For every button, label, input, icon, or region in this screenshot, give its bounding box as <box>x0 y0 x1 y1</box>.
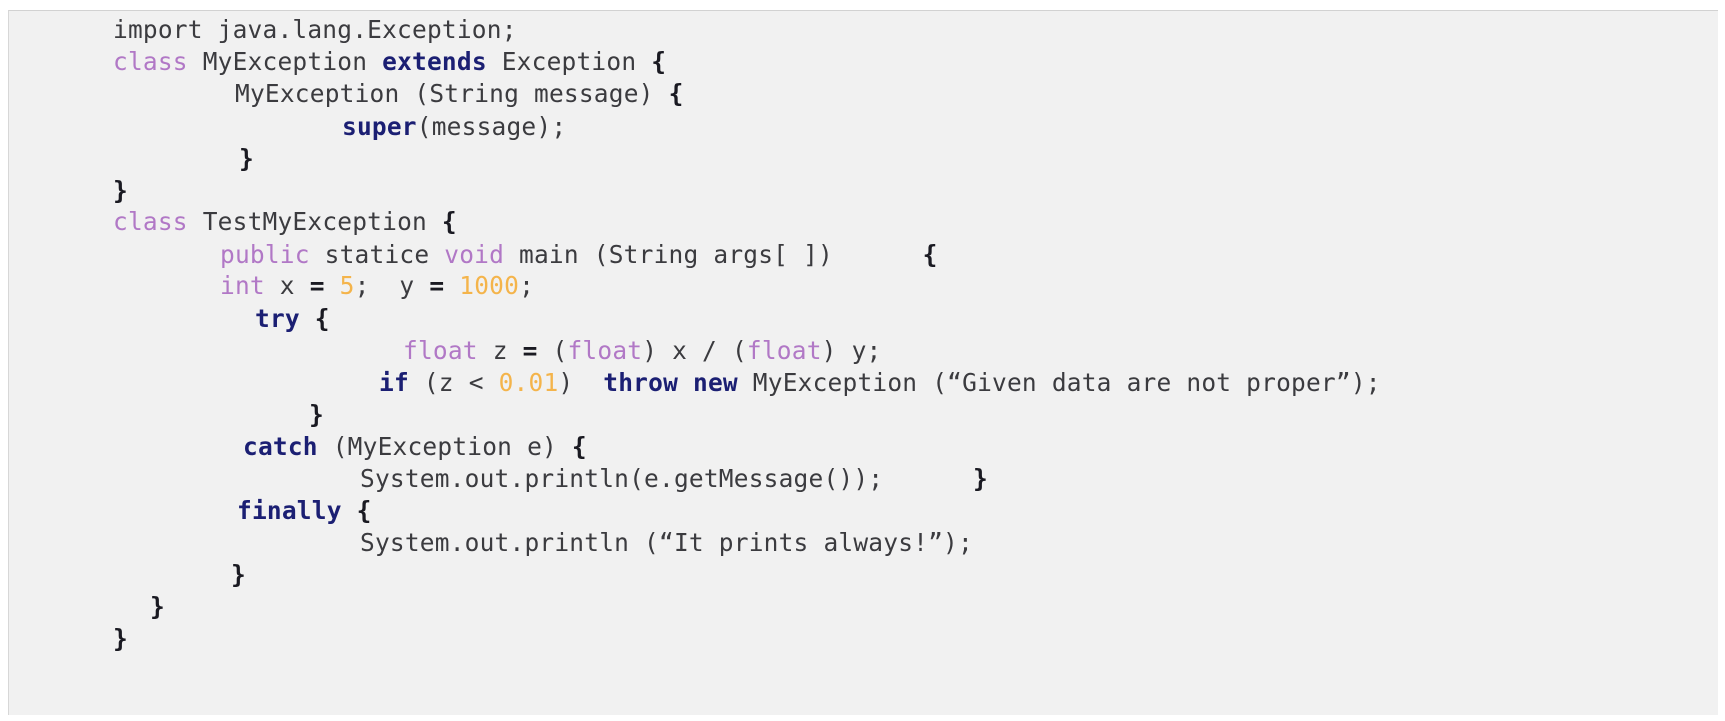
code-line: MyException (String message) { <box>235 79 684 109</box>
code-line: public statice void main (String args[ ]… <box>220 240 938 270</box>
code-line: if (z < 0.01) throw new MyException (“Gi… <box>379 368 1381 398</box>
slide: import java.lang.Exception; class MyExce… <box>0 0 1725 721</box>
code-token: ( <box>537 336 568 365</box>
code-token: statice <box>309 240 445 269</box>
code-line: try { <box>255 304 330 334</box>
code-line: } <box>150 592 165 622</box>
code-token: { <box>341 496 372 525</box>
code-line: } <box>239 144 254 174</box>
code-line: } <box>309 400 324 430</box>
code-token: MyException (String message) <box>235 79 669 108</box>
code-token: ) <box>558 368 604 397</box>
code-token: throw <box>603 368 679 397</box>
code-panel: import java.lang.Exception; class MyExce… <box>8 10 1718 715</box>
code-token: = <box>309 271 325 300</box>
code-token: (message); <box>416 112 567 141</box>
code-token: } <box>113 624 128 653</box>
code-token: TestMyException <box>187 207 442 236</box>
code-token: 1000 <box>459 271 520 300</box>
code-line: } <box>113 176 128 206</box>
code-token: { <box>571 432 587 461</box>
code-token: { <box>832 240 938 269</box>
code-token: { <box>299 304 330 333</box>
code-line: finally { <box>237 496 372 526</box>
code-token: 0.01 <box>498 368 559 397</box>
code-line: import java.lang.Exception; <box>113 15 517 45</box>
code-token: class <box>113 47 188 76</box>
code-token: if <box>379 368 409 397</box>
code-token: catch <box>243 432 318 461</box>
code-token: class <box>113 207 188 236</box>
code-token: finally <box>237 496 342 525</box>
code-token: extends <box>382 47 487 76</box>
code-token: float <box>567 336 643 365</box>
code-token: = <box>429 271 445 300</box>
code-token: ; y <box>354 271 430 300</box>
code-token: x <box>264 271 310 300</box>
code-token: } <box>150 592 165 621</box>
code-line: class MyException extends Exception { <box>113 47 666 77</box>
code-token: main (String args[ ]) <box>504 240 833 269</box>
code-token: 5 <box>339 271 355 300</box>
code-token: } <box>239 144 254 173</box>
code-token: (z < <box>408 368 499 397</box>
code-token: System.out.println (“It prints always!”)… <box>360 528 973 557</box>
code-token: super <box>342 112 417 141</box>
code-line: catch (MyException e) { <box>243 432 587 462</box>
code-line: System.out.println (“It prints always!”)… <box>360 528 973 558</box>
code-line: super(message); <box>342 112 566 142</box>
code-line: int x = 5; y = 1000; <box>220 271 534 301</box>
code-token: } <box>231 560 246 589</box>
code-token: public <box>220 240 310 269</box>
code-token: { <box>651 47 667 76</box>
code-token: (MyException e) <box>317 432 572 461</box>
code-token: { <box>668 79 684 108</box>
code-token: void <box>444 240 505 269</box>
code-token: int <box>220 271 265 300</box>
code-line: System.out.println(e.getMessage()); } <box>360 464 988 494</box>
code-token: = <box>522 336 538 365</box>
code-token: new <box>693 368 738 397</box>
code-token: } <box>883 464 988 493</box>
code-token: Exception <box>486 47 652 76</box>
code-line: } <box>231 560 246 590</box>
code-token: { <box>441 207 457 236</box>
code-token: ) x / ( <box>642 336 747 365</box>
code-token: float <box>403 336 478 365</box>
code-token: import java.lang.Exception; <box>113 15 517 44</box>
code-token: z <box>477 336 523 365</box>
code-token: ) y; <box>821 336 882 365</box>
code-token: } <box>113 176 128 205</box>
code-token: MyException <box>187 47 383 76</box>
code-line: } <box>113 624 128 654</box>
code-token: float <box>746 336 822 365</box>
code-token: MyException (“Given data are not proper”… <box>737 368 1381 397</box>
code-line: class TestMyException { <box>113 207 457 237</box>
code-token: ; <box>519 271 535 300</box>
code-token: System.out.println(e.getMessage()); <box>360 464 884 493</box>
code-token: try <box>255 304 300 333</box>
code-token: } <box>309 400 324 429</box>
code-line: float z = (float) x / (float) y; <box>403 336 881 366</box>
